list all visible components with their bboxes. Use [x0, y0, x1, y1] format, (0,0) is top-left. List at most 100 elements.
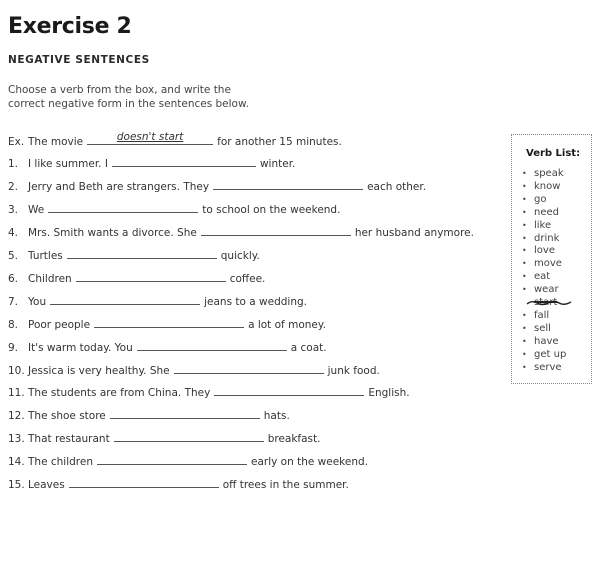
answer-blank[interactable]: [213, 179, 364, 190]
answer-blank[interactable]: [97, 454, 247, 465]
verb-list-item: • get up: [522, 349, 566, 362]
example-text-before: The movie: [28, 136, 84, 148]
sentence-text-before: We: [28, 204, 45, 216]
verb-label: wear: [534, 284, 559, 296]
verb-label: serve: [534, 361, 562, 373]
answer-blank[interactable]: [68, 477, 219, 488]
sentence-number: 4.: [8, 227, 19, 239]
example-answer: doesn't start: [116, 131, 184, 143]
sentence-number: 15.: [8, 479, 25, 491]
answer-blank[interactable]: [94, 317, 245, 328]
scribble-strike-icon: [526, 300, 572, 306]
verb-list-item: • like: [522, 220, 566, 233]
sentence-text-before: Jessica is very healthy. She: [28, 365, 170, 377]
verb-list-item: • move: [522, 258, 566, 271]
sentence-text-after: coffee.: [229, 273, 266, 285]
verb-label: go: [534, 193, 547, 205]
exercise-title: Exercise 2: [8, 14, 132, 39]
sentence-text-after: winter.: [259, 158, 296, 170]
bullet-icon: •: [522, 285, 527, 295]
verb-list-item: • have: [522, 336, 566, 349]
sentence-number: 11.: [8, 387, 25, 399]
sentence-text-after: breakfast.: [267, 433, 321, 445]
answer-blank[interactable]: [50, 294, 201, 305]
sentence-text-before: That restaurant: [28, 433, 110, 445]
sentence-row: 10. Jessica is very healthy. She junk food…: [8, 363, 380, 377]
sentence-number: 2.: [8, 181, 19, 193]
bullet-icon: •: [522, 233, 527, 243]
answer-blank[interactable]: [173, 363, 324, 374]
answer-blank[interactable]: [109, 408, 260, 419]
bullet-icon: •: [522, 310, 527, 320]
answer-blank[interactable]: [136, 340, 287, 351]
bullet-icon: •: [522, 362, 527, 372]
answer-blank[interactable]: [113, 431, 264, 442]
sentence-text-before: Children: [28, 273, 72, 285]
verb-label: fall: [534, 309, 550, 321]
sentence-number: 5.: [8, 250, 19, 262]
answer-blank[interactable]: [75, 271, 226, 282]
bullet-icon: •: [522, 169, 527, 178]
sentence-text-before: It's warm today. You: [28, 342, 133, 354]
bullet-icon: •: [522, 259, 527, 269]
sentence-row: 7. You jeans to a wedding.: [8, 294, 307, 308]
verb-list-item: • need: [522, 207, 566, 220]
verb-label-struck: start: [526, 297, 572, 310]
bullet-icon: •: [522, 181, 527, 191]
example-number: Ex.: [8, 136, 25, 148]
sentence-text-after: English.: [368, 387, 410, 399]
verb-list-item: • eat: [522, 271, 566, 284]
bullet-icon: •: [522, 194, 527, 204]
sentence-text-after: a lot of money.: [248, 319, 326, 331]
sentence-text-after: to school on the weekend.: [202, 204, 341, 216]
bullet-icon: •: [522, 246, 527, 256]
bullet-icon: •: [522, 207, 527, 217]
sentence-row: 13. That restaurant breakfast.: [8, 431, 321, 445]
sentence-text-before: I like summer. I: [28, 158, 108, 170]
verb-label: have: [534, 335, 559, 347]
verb-list-item: • drink: [522, 233, 566, 246]
answer-blank[interactable]: [214, 385, 365, 396]
verb-label: get up: [534, 348, 567, 360]
verb-list-item: • know: [522, 181, 566, 194]
sentence-text-after: hats.: [263, 410, 290, 422]
verb-list-title: Verb List:: [526, 148, 581, 159]
verb-list-item: • love: [522, 245, 566, 258]
verb-label: sell: [534, 322, 551, 334]
verb-label: speak: [534, 168, 564, 179]
sentence-row: 12. The shoe store hats.: [8, 408, 290, 422]
sentence-text-after: early on the weekend.: [251, 456, 368, 468]
bullet-icon: •: [522, 336, 527, 346]
sentence-text-before: Leaves: [28, 479, 65, 491]
answer-blank[interactable]: [48, 202, 199, 213]
sentence-number: 3.: [8, 204, 19, 216]
sentence-text-after: her husband anymore.: [354, 227, 474, 239]
answer-blank[interactable]: [66, 248, 217, 259]
answer-blank[interactable]: [200, 225, 351, 236]
sentence-number: 1.: [8, 158, 19, 170]
sentence-number: 14.: [8, 456, 25, 468]
verb-list-item: start: [522, 297, 572, 310]
verb-label: know: [534, 180, 561, 192]
sentence-text-after: off trees in the summer.: [222, 479, 349, 491]
verb-list-item: • speak: [522, 168, 566, 181]
sentence-text-after: a coat.: [290, 342, 327, 354]
verb-label: eat: [534, 271, 551, 283]
sentence-row: 14. The children early on the weekend.: [8, 454, 368, 468]
verb-list-item: • go: [522, 194, 566, 207]
verb-label: move: [534, 258, 562, 270]
verb-label: drink: [534, 232, 560, 244]
verb-label: like: [534, 219, 552, 231]
answer-blank[interactable]: [111, 156, 256, 167]
sentence-text-before: The students are from China. They: [28, 387, 211, 399]
sentence-row: 1. I like summer. I winter.: [8, 156, 295, 170]
bullet-icon: •: [522, 323, 527, 333]
sentence-text-before: You: [28, 296, 47, 308]
bullet-icon: •: [522, 349, 527, 359]
sentence-text-after: junk food.: [327, 365, 380, 377]
verb-list-item: • wear: [522, 284, 566, 297]
bullet-icon: •: [522, 220, 527, 230]
sentence-text-after: quickly.: [220, 250, 260, 262]
sentence-number: 7.: [8, 296, 19, 308]
verb-label: love: [534, 245, 555, 257]
